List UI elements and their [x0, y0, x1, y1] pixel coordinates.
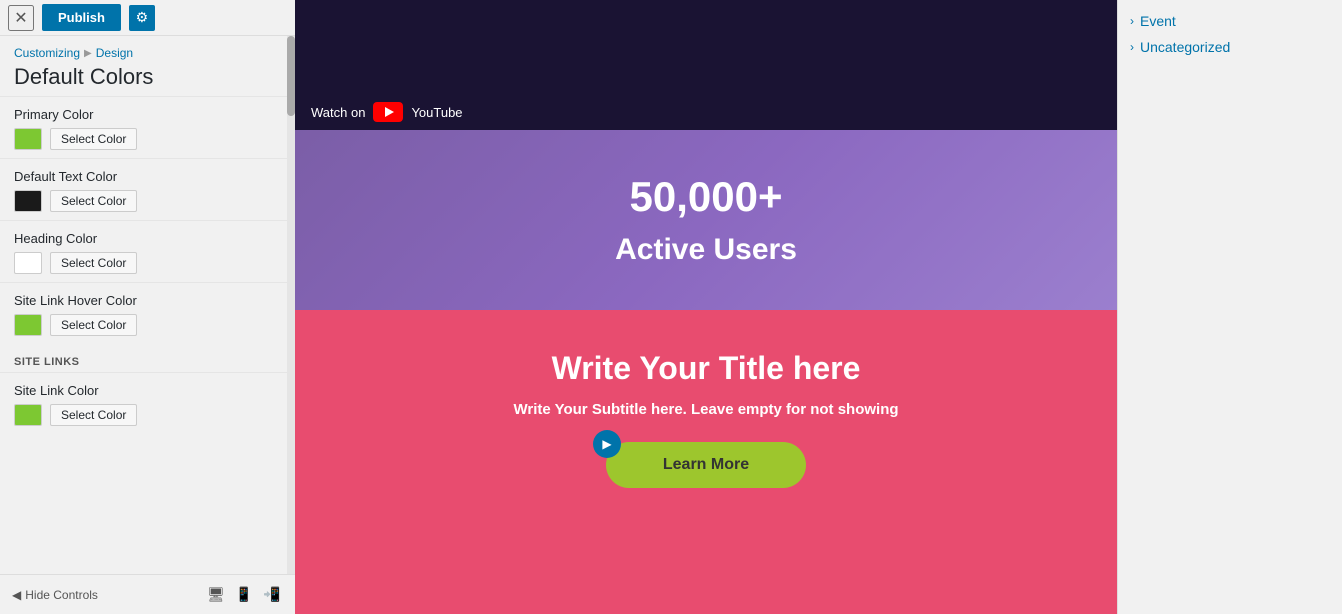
site-link-color-swatch[interactable] — [14, 404, 42, 426]
hide-controls-button[interactable]: ◀ Hide Controls — [12, 588, 98, 602]
stats-label: Active Users — [615, 233, 797, 267]
stats-section: 50,000+ Active Users — [295, 130, 1117, 310]
primary-color-swatch[interactable] — [14, 128, 42, 150]
breadcrumb-separator: ▶ — [84, 48, 92, 59]
heading-select-color-button[interactable]: Select Color — [50, 252, 137, 274]
site-link-color-label: Site Link Color — [14, 383, 281, 398]
youtube-icon — [373, 102, 403, 122]
primary-select-color-button[interactable]: Select Color — [50, 128, 137, 150]
site-link-color-section: Site Link Color Select Color — [0, 372, 295, 434]
video-section: Watch on YouTube — [295, 0, 1117, 130]
desktop-view-icon[interactable]: 🖥 — [205, 584, 227, 606]
youtube-text: YouTube — [411, 105, 462, 120]
top-bar: ✕ Publish ⚙ — [0, 0, 295, 36]
default-text-color-row: Select Color — [14, 190, 281, 212]
page-title: Default Colors — [14, 64, 281, 90]
heading-color-section: Heading Color Select Color — [0, 220, 295, 282]
right-panel: › Event › Uncategorized — [1117, 0, 1342, 614]
right-panel-item-event: › Event — [1130, 8, 1330, 34]
breadcrumb: Customizing ▶ Design — [14, 46, 281, 60]
bottom-bar: ◀ Hide Controls 🖥 📱 📲 — [0, 574, 295, 614]
breadcrumb-design[interactable]: Design — [96, 46, 133, 60]
circle-nav-button[interactable]: ▶ — [593, 430, 621, 458]
watch-on-text: Watch on — [311, 105, 365, 120]
right-link-event[interactable]: Event — [1140, 13, 1176, 29]
stats-number: 50,000+ — [630, 173, 783, 221]
mobile-view-icon[interactable]: 📲 — [261, 584, 283, 606]
youtube-badge: Watch on YouTube — [311, 102, 463, 122]
site-link-hover-color-label: Site Link Hover Color — [14, 293, 281, 308]
site-link-color-row: Select Color — [14, 404, 281, 426]
learn-more-button[interactable]: Learn More — [606, 442, 806, 488]
scroll-thumb[interactable] — [287, 36, 295, 116]
gear-button[interactable]: ⚙ — [129, 5, 155, 31]
site-link-hover-color-section: Site Link Hover Color Select Color — [0, 282, 295, 344]
site-link-hover-color-swatch[interactable] — [14, 314, 42, 336]
site-links-heading: SITE LINKS — [0, 344, 295, 372]
right-link-uncategorized[interactable]: Uncategorized — [1140, 39, 1230, 55]
view-icons: 🖥 📱 📲 — [205, 584, 283, 606]
breadcrumb-section: Customizing ▶ Design Default Colors — [0, 36, 295, 96]
primary-color-row: Select Color — [14, 128, 281, 150]
hide-controls-label: Hide Controls — [25, 588, 98, 602]
right-panel-item-uncategorized: › Uncategorized — [1130, 34, 1330, 60]
left-panel: ✕ Publish ⚙ Customizing ▶ Design Default… — [0, 0, 295, 614]
site-link-hover-select-color-button[interactable]: Select Color — [50, 314, 137, 336]
panel-content: Customizing ▶ Design Default Colors Prim… — [0, 36, 295, 574]
cta-subtitle: Write Your Subtitle here. Leave empty fo… — [513, 401, 898, 418]
default-text-select-color-button[interactable]: Select Color — [50, 190, 137, 212]
default-text-color-section: Default Text Color Select Color — [0, 158, 295, 220]
youtube-play-icon — [385, 107, 394, 117]
cta-section: Write Your Title here Write Your Subtitl… — [295, 310, 1117, 614]
breadcrumb-customizing[interactable]: Customizing — [14, 46, 80, 60]
heading-color-row: Select Color — [14, 252, 281, 274]
site-link-select-color-button[interactable]: Select Color — [50, 404, 137, 426]
primary-color-section: Primary Color Select Color — [0, 96, 295, 158]
heading-color-swatch[interactable] — [14, 252, 42, 274]
default-text-color-swatch[interactable] — [14, 190, 42, 212]
chevron-right-uncategorized-icon: › — [1130, 40, 1134, 54]
heading-color-label: Heading Color — [14, 231, 281, 246]
site-link-hover-color-row: Select Color — [14, 314, 281, 336]
content-wrapper: ▶ Watch on YouTube 50,000+ Active Users … — [295, 0, 1342, 614]
primary-color-label: Primary Color — [14, 107, 281, 122]
publish-button[interactable]: Publish — [42, 4, 121, 31]
close-button[interactable]: ✕ — [8, 5, 34, 31]
back-icon: ◀ — [12, 588, 21, 602]
main-content: Watch on YouTube 50,000+ Active Users Wr… — [295, 0, 1117, 614]
cta-title: Write Your Title here — [552, 350, 861, 387]
tablet-view-icon[interactable]: 📱 — [233, 584, 255, 606]
chevron-right-event-icon: › — [1130, 14, 1134, 28]
default-text-color-label: Default Text Color — [14, 169, 281, 184]
scroll-track — [287, 36, 295, 574]
